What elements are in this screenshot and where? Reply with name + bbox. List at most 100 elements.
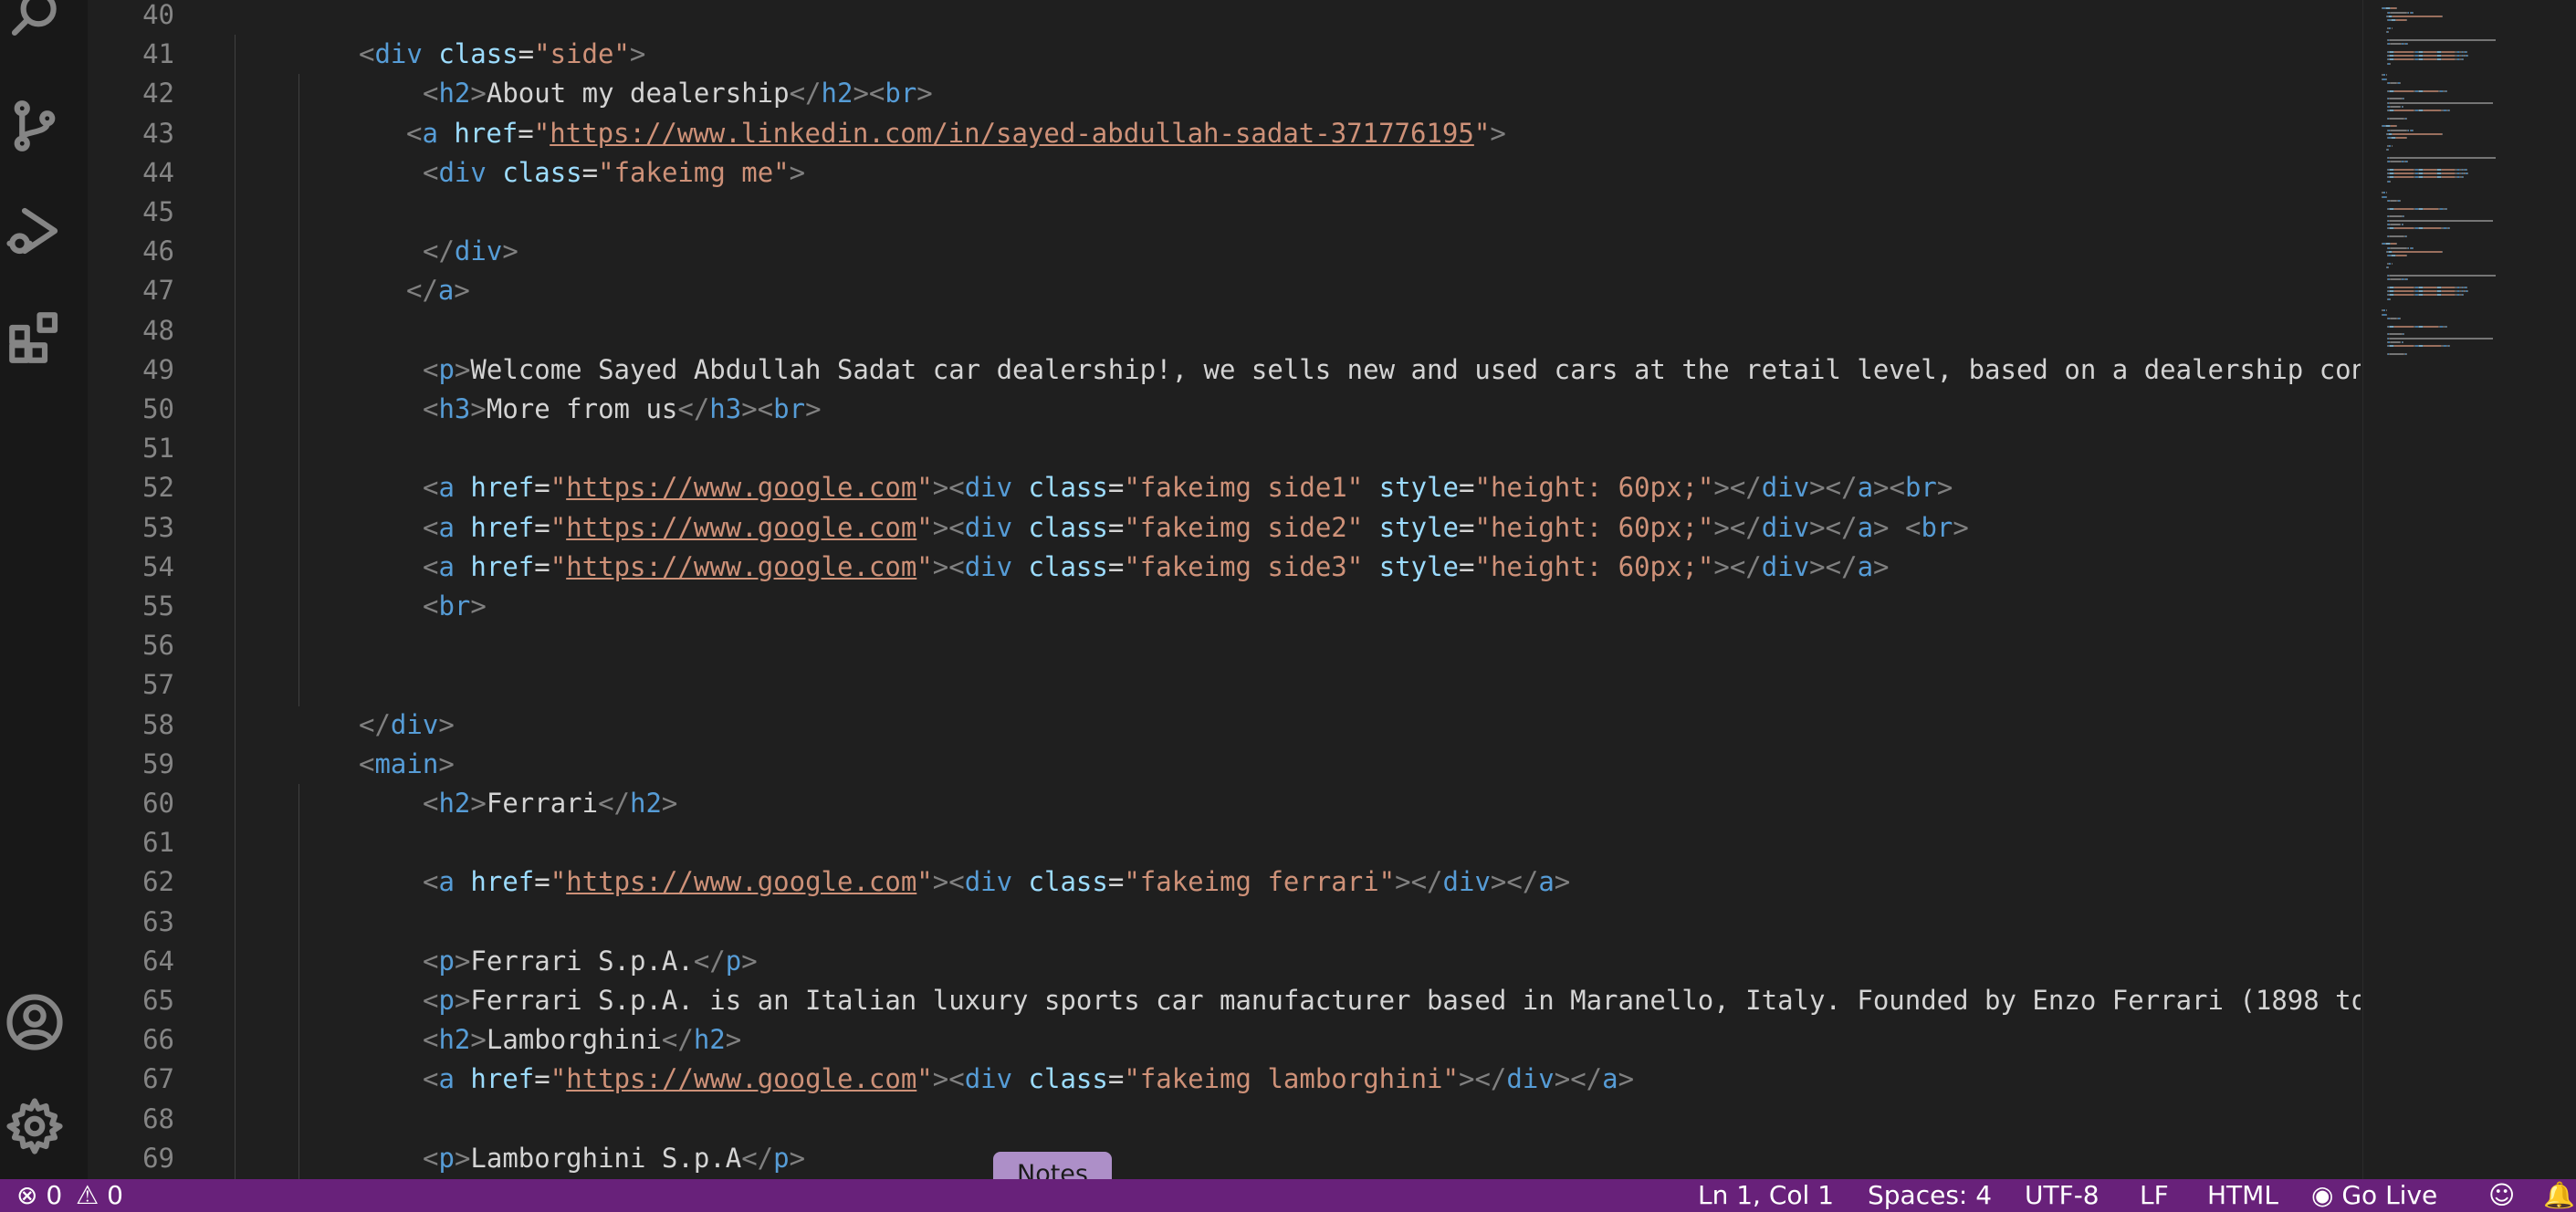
line-number: 48 — [142, 314, 174, 346]
minimap-stroke — [2393, 132, 2442, 135]
line-number: 56 — [142, 630, 174, 662]
code-token: > — [725, 1024, 742, 1056]
warning-count: 0 — [107, 1180, 123, 1210]
minimap-stroke — [2445, 207, 2447, 210]
code-token: Lamborghini — [486, 1024, 662, 1056]
code-line[interactable]: </div> — [423, 232, 518, 271]
code-token: class — [502, 156, 582, 188]
code-token: < — [423, 866, 439, 898]
indent-guide — [235, 310, 236, 351]
code-line[interactable]: <br> — [423, 587, 487, 626]
minimap-stroke — [2442, 15, 2444, 17]
code-token: p — [438, 945, 455, 977]
code-token: class — [1028, 1063, 1108, 1095]
code-token: class — [438, 38, 518, 70]
code-token: < — [423, 550, 439, 582]
line-ending[interactable]: LF — [2140, 1179, 2169, 1212]
minimap-stroke — [2424, 345, 2442, 348]
minimap-stroke — [2390, 352, 2404, 355]
code-line[interactable]: <a href="https://www.google.com"><div cl… — [423, 862, 1570, 902]
code-token: a — [422, 117, 438, 149]
feedback-icon[interactable]: ☺ — [2488, 1179, 2515, 1212]
code-token: ></ — [1490, 866, 1539, 898]
code-line[interactable]: <h2>Lamborghini</h2> — [423, 1020, 741, 1060]
code-line[interactable]: </a> — [406, 271, 470, 310]
encoding[interactable]: UTF-8 — [2025, 1179, 2100, 1212]
code-line[interactable]: <a href="https://www.google.com"><div cl… — [423, 468, 1953, 507]
minimap-stroke — [2390, 246, 2406, 249]
code-line[interactable]: <div class="fakeimg me"> — [423, 153, 805, 193]
code-token: >< — [932, 511, 965, 543]
minimap-stroke — [2445, 89, 2447, 92]
code-token: > — [470, 788, 487, 819]
code-token: >< — [932, 866, 965, 898]
code-line[interactable]: <a href="https://www.google.com"><div cl… — [423, 1060, 1634, 1099]
line-number-gutter: 40 41 42 43 44 45 46 47 48 49 50 51 52 53 54 55 56 57 58 59… — [88, 0, 215, 1179]
code-token: p — [438, 985, 455, 1016]
code-line[interactable]: <div class="side"> — [359, 35, 645, 74]
code-token: > — [789, 1142, 806, 1174]
indentation-setting[interactable]: Spaces: 4 — [1868, 1179, 1992, 1212]
minimap-stroke — [2388, 31, 2390, 34]
language-mode[interactable]: HTML — [2207, 1179, 2278, 1212]
code-token: Welcome Sayed Abdullah Sadat car dealers… — [470, 353, 2361, 385]
code-token: a — [1857, 550, 1874, 582]
code-token: "fakeimg side3" — [1124, 550, 1364, 582]
minimap-stroke — [2385, 313, 2387, 316]
code-token: = — [518, 38, 535, 70]
minimap-stroke — [2390, 129, 2406, 131]
code-token: p — [438, 1142, 455, 1174]
minimap-stroke — [2442, 286, 2455, 288]
code-token: https://www.google.com — [566, 866, 917, 898]
code-editor[interactable]: <div class="side"> <h2>About my dealershi… — [215, 0, 2361, 1179]
code-token: br — [438, 590, 471, 622]
code-token: "height: 60px;" — [1474, 550, 1714, 582]
code-line[interactable]: <a href="https://www.linkedin.com/in/say… — [406, 114, 1506, 153]
code-token: "fakeimg lamborghini" — [1124, 1063, 1459, 1095]
code-token: = — [581, 156, 599, 188]
code-line[interactable]: <a href="https://www.google.com"><div cl… — [423, 548, 1890, 587]
code-token: href — [470, 866, 535, 898]
notifications-bell-icon[interactable]: 🔔 — [2543, 1179, 2575, 1212]
indent-guide — [235, 547, 236, 588]
minimap-stroke — [2406, 352, 2408, 355]
indent-guide — [235, 429, 236, 470]
indent-guide — [235, 941, 236, 982]
indent-guide — [235, 1099, 236, 1140]
code-line[interactable]: <p>Welcome Sayed Abdullah Sadat car deal… — [423, 350, 2361, 390]
minimap-stroke — [2424, 54, 2436, 57]
indent-guide — [298, 941, 299, 982]
code-line[interactable]: </div> — [359, 705, 455, 745]
code-line[interactable]: <main> — [359, 745, 455, 784]
code-token: < — [423, 353, 439, 385]
code-token: </ — [423, 235, 455, 267]
minimap-stroke — [2390, 340, 2400, 343]
code-token: </ — [741, 1142, 774, 1174]
code-token: = — [534, 550, 550, 582]
code-line[interactable]: <h2>About my dealership</h2><br> — [423, 74, 933, 113]
code-line[interactable]: <p>Lamborghini S.p.A</p> — [423, 1139, 805, 1178]
problems-indicator[interactable]: ⊗ 0 ⚠ 0 — [16, 1179, 123, 1212]
error-icon: ⊗ — [16, 1180, 38, 1210]
code-token: < — [359, 38, 375, 70]
indent-guide — [235, 350, 236, 391]
indent-guide — [298, 310, 299, 351]
minimap-stroke — [2424, 207, 2438, 210]
minimap-stroke — [2390, 101, 2493, 104]
cursor-position[interactable]: Ln 1, Col 1 — [1698, 1179, 1834, 1212]
indent-guide — [298, 74, 299, 115]
code-line[interactable]: <p>Ferrari S.p.A. is an Italian luxury s… — [423, 981, 2361, 1020]
minimap-stroke — [2396, 255, 2406, 257]
code-line[interactable]: <p>Ferrari S.p.A.</p> — [423, 942, 758, 981]
code-token: >< — [932, 550, 965, 582]
code-line[interactable]: <h3>More from us</h3><br> — [423, 390, 822, 429]
code-line[interactable]: <a href="https://www.google.com"><div cl… — [423, 508, 1969, 548]
code-line[interactable]: <h2>Ferrari</h2> — [423, 784, 677, 823]
code-token: h2 — [693, 1024, 726, 1056]
go-live-button[interactable]: ◉ Go Live — [2311, 1179, 2437, 1212]
code-token: " — [916, 550, 933, 582]
minimap[interactable] — [2362, 0, 2576, 1179]
